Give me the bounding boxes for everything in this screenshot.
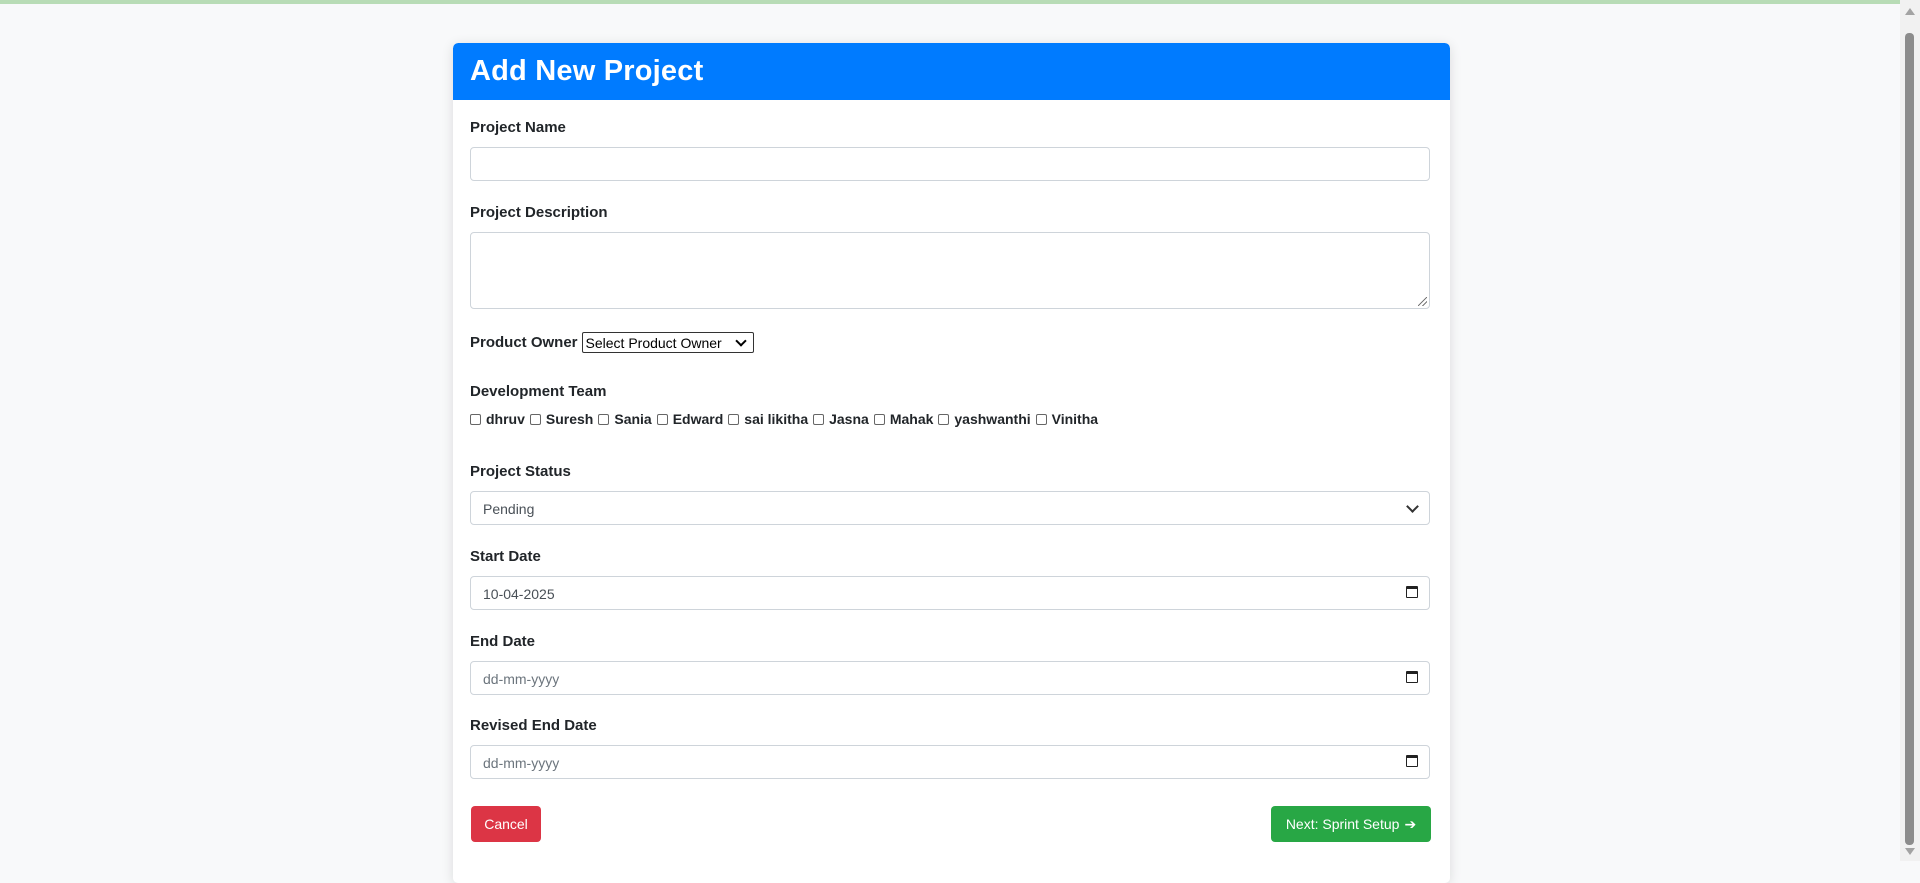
- project-status-select[interactable]: Pending: [470, 491, 1430, 525]
- end-date-label: End Date: [470, 633, 536, 650]
- development-team-label: Development Team: [470, 383, 607, 400]
- team-member-label: Sania: [614, 411, 652, 427]
- chevron-down-icon: [1406, 500, 1419, 513]
- team-member-sai-likitha[interactable]: sai likitha: [728, 411, 808, 427]
- vertical-scrollbar[interactable]: [1900, 0, 1920, 861]
- team-member-label: sai likitha: [744, 411, 809, 427]
- resize-grip-icon[interactable]: [1418, 297, 1427, 306]
- scrollbar-thumb[interactable]: [1905, 33, 1914, 845]
- product-owner-row: Product Owner Select Product Owner: [470, 332, 754, 353]
- team-member-label: yashwanthi: [954, 411, 1031, 427]
- calendar-icon[interactable]: [1406, 671, 1418, 683]
- team-member-dhruv[interactable]: dhruv: [470, 411, 525, 427]
- team-member-label: Edward: [672, 411, 724, 427]
- scroll-up-arrow-icon[interactable]: [1905, 8, 1915, 15]
- start-date-label: Start Date: [470, 548, 541, 565]
- revised-end-date-label: Revised End Date: [470, 717, 597, 734]
- team-member-edward[interactable]: Edward: [656, 411, 724, 427]
- project-name-input[interactable]: [470, 147, 1430, 181]
- team-member-label: dhruv: [486, 411, 525, 427]
- team-member-label: Mahak: [889, 411, 934, 427]
- checkbox[interactable]: [529, 413, 541, 425]
- cancel-button-label: Cancel: [484, 816, 528, 832]
- team-member-mahak[interactable]: Mahak: [873, 411, 934, 427]
- revised-end-date-input[interactable]: dd-mm-yyyy: [470, 745, 1430, 779]
- checkbox[interactable]: [598, 413, 610, 425]
- checkbox[interactable]: [873, 413, 885, 425]
- checkbox[interactable]: [1035, 413, 1047, 425]
- project-description-textarea[interactable]: [470, 232, 1430, 309]
- checkbox[interactable]: [656, 413, 668, 425]
- product-owner-label: Product Owner: [470, 334, 578, 351]
- team-member-suresh[interactable]: Suresh: [529, 411, 594, 427]
- cancel-button[interactable]: Cancel: [471, 806, 541, 842]
- project-status-selected: Pending: [483, 501, 535, 517]
- start-date-input[interactable]: 10-04-2025: [470, 576, 1430, 610]
- checkbox[interactable]: [728, 413, 740, 425]
- team-member-label: Vinitha: [1051, 411, 1099, 427]
- add-project-card: Add New Project Project Name Project Des…: [453, 43, 1450, 883]
- end-date-placeholder: dd-mm-yyyy: [483, 671, 560, 687]
- calendar-icon[interactable]: [1406, 755, 1418, 767]
- team-member-yashwanthi[interactable]: yashwanthi: [938, 411, 1031, 427]
- calendar-icon[interactable]: [1406, 586, 1418, 598]
- scroll-down-arrow-icon[interactable]: [1905, 848, 1915, 855]
- project-description-label: Project Description: [470, 204, 608, 221]
- product-owner-selected: Select Product Owner: [585, 335, 722, 351]
- chevron-down-icon: [734, 335, 747, 347]
- start-date-value: 10-04-2025: [483, 586, 555, 602]
- checkbox[interactable]: [470, 413, 481, 425]
- top-accent-line: [0, 0, 1900, 4]
- next-sprint-setup-button[interactable]: Next: Sprint Setup ➔: [1271, 806, 1431, 842]
- team-member-vinitha[interactable]: Vinitha: [1035, 411, 1099, 427]
- team-member-jasna[interactable]: Jasna: [813, 411, 869, 427]
- arrow-right-icon: ➔: [1404, 815, 1417, 832]
- team-member-sania[interactable]: Sania: [598, 411, 652, 427]
- development-team-checkboxes: dhruv Suresh Sania Edward sai likitha Ja…: [470, 411, 1103, 427]
- project-name-label: Project Name: [470, 119, 566, 136]
- project-status-label: Project Status: [470, 463, 571, 480]
- team-member-label: Suresh: [545, 411, 594, 427]
- checkbox[interactable]: [813, 413, 825, 425]
- next-button-label: Next: Sprint Setup: [1285, 816, 1400, 832]
- revised-end-date-placeholder: dd-mm-yyyy: [483, 755, 560, 771]
- page-title: Add New Project: [453, 43, 1450, 100]
- product-owner-select[interactable]: Select Product Owner: [581, 332, 754, 353]
- team-member-label: Jasna: [829, 411, 869, 427]
- end-date-input[interactable]: dd-mm-yyyy: [470, 661, 1430, 695]
- checkbox[interactable]: [938, 413, 950, 425]
